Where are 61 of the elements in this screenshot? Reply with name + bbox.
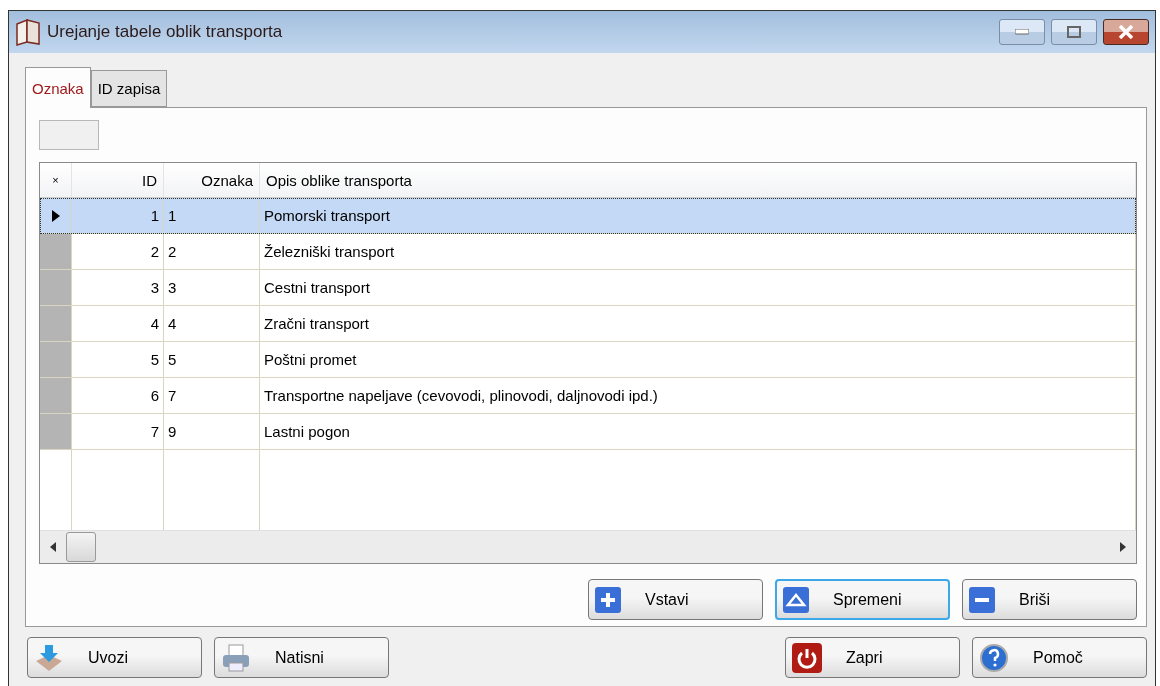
table-row[interactable]: 5 5 Poštni promet [40, 342, 1136, 378]
table-cell: 9 [164, 414, 260, 449]
maximize-button[interactable] [1051, 19, 1097, 45]
action-button[interactable]: Pomoč [972, 637, 1147, 678]
action-button[interactable]: Zapri [785, 637, 960, 678]
column-header: × [40, 163, 72, 197]
table-cell: Poštni promet [260, 342, 1136, 377]
table-cell: Železniški transport [260, 234, 1136, 269]
scroll-thumb[interactable] [66, 532, 96, 562]
table-row[interactable]: 7 9 Lastni pogon [40, 414, 1136, 450]
plus-icon [595, 586, 621, 613]
power-icon [792, 642, 822, 673]
table-cell: Pomorski transport [260, 198, 1136, 233]
minimize-button[interactable] [999, 19, 1045, 45]
table-cell: Lastni pogon [260, 414, 1136, 449]
table-cell: 4 [72, 306, 164, 341]
table-cell: 2 [72, 234, 164, 269]
input-field[interactable] [39, 120, 99, 150]
table-row[interactable]: 4 4 Zračni transport [40, 306, 1136, 342]
column-header[interactable]: ID [72, 163, 164, 197]
table-cell: 3 [164, 270, 260, 305]
table-cell: 5 [72, 342, 164, 377]
table-cell: 7 [72, 414, 164, 449]
table-cell: 1 [72, 198, 164, 233]
action-button[interactable]: Natisni [214, 637, 389, 678]
table-cell: 1 [164, 198, 260, 233]
scroll-right-icon[interactable] [1120, 542, 1126, 552]
minimize-icon [1015, 29, 1029, 35]
action-button[interactable]: Briši [962, 579, 1137, 620]
table-cell: 4 [164, 306, 260, 341]
table-row[interactable]: 3 3 Cestni transport [40, 270, 1136, 306]
table-cell: 3 [72, 270, 164, 305]
minus-icon [969, 586, 995, 613]
table-cell: 5 [164, 342, 260, 377]
action-button[interactable]: Spremeni [775, 579, 950, 620]
download-tray-icon [34, 642, 64, 673]
table-row[interactable]: 6 7 Transportne napeljave (cevovodi, plinovodi, daljnovodi ipd.) [40, 378, 1136, 414]
table-cell: 7 [164, 378, 260, 413]
help-icon [979, 642, 1009, 673]
column-header[interactable]: Opis oblike transporta [260, 163, 1136, 197]
table-cell: Cestni transport [260, 270, 1136, 305]
column-header[interactable]: Oznaka [164, 163, 260, 197]
action-button[interactable]: Uvozi [27, 637, 202, 678]
scroll-left-icon[interactable] [50, 542, 56, 552]
tab[interactable]: ID zapisa [90, 70, 168, 107]
horizontal-scrollbar[interactable] [40, 530, 1136, 563]
table-row[interactable]: 1 1 Pomorski transport [40, 198, 1136, 234]
tab[interactable]: Oznaka [25, 67, 91, 108]
action-button[interactable]: Vstavi [588, 579, 763, 620]
close-button[interactable] [1103, 19, 1149, 45]
table-cell: 6 [72, 378, 164, 413]
table-cell: 2 [164, 234, 260, 269]
window-title: Urejanje tabele oblik transporta [47, 22, 284, 42]
table-row[interactable]: 2 2 Železniški transport [40, 234, 1136, 270]
book-icon [15, 18, 41, 46]
printer-icon [221, 642, 251, 673]
maximize-icon [1067, 26, 1081, 38]
close-icon [1118, 25, 1134, 39]
table-cell: Transportne napeljave (cevovodi, plinovodi, daljnovodi ipd.) [260, 378, 1136, 413]
table-cell: Zračni transport [260, 306, 1136, 341]
row-pointer-icon [51, 209, 60, 222]
